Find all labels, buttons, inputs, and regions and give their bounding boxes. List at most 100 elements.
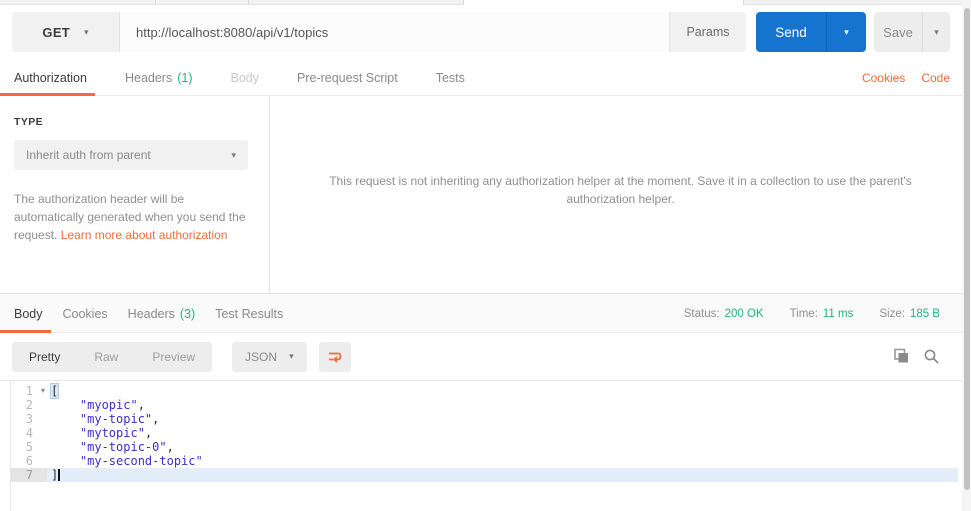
response-header: Body Cookies Headers (3) Test Results Status:… [0,293,971,333]
beautify-button[interactable] [318,341,351,372]
search-button[interactable] [922,348,940,366]
tab-test-results[interactable]: Test Results [215,294,283,333]
code-line[interactable]: 1 ▾ [ [11,383,958,399]
text-cursor [58,469,60,481]
authorization-panel: TYPE Inherit auth from parent ▾ The auth… [0,96,971,293]
tab-pre-request-script[interactable]: Pre-request Script [297,60,398,96]
code-text: "my-second-topic" [47,454,958,468]
meta-value: 200 OK [724,307,764,320]
tab-divider [248,0,249,5]
vertical-scrollbar-thumb[interactable] [964,8,970,490]
json-string-token: "myopic" [79,398,138,412]
tab-count-badge: (1) [177,71,193,85]
view-mode-preview[interactable]: Preview [135,342,212,372]
chevron-down-icon: ▾ [84,26,89,37]
auth-type-value: Inherit auth from parent [26,148,151,162]
type-label: TYPE [14,116,44,128]
auth-helper-message: This request is not inheriting any autho… [329,174,912,206]
format-value: JSON [245,349,278,364]
response-toolbar: Pretty Raw Preview JSON ▾ [0,333,971,381]
code-line[interactable]: 2 "myopic", [11,398,958,412]
meta-value: 11 ms [822,307,854,320]
request-tabs: Authorization Headers (1) Body Pre-request S… [0,60,971,96]
toolbar-icons [892,348,940,366]
code-lines: 1 ▾[2 "myopic", 3 "my-topic", 4 "mytopic", 5… [11,383,958,482]
json-string-token: "my-second-topic" [79,454,203,468]
send-label: Send [775,24,807,40]
meta-label: Status: [683,307,720,320]
view-mode-raw[interactable]: Raw [77,342,135,372]
save-split-button: Save ▾ [874,12,950,52]
line-number: 5 [25,440,33,454]
cookies-link[interactable]: Cookies [862,71,905,85]
auth-type-pane: TYPE Inherit auth from parent ▾ The auth… [0,96,270,293]
json-string-token: "my-topic" [79,412,153,426]
tab-headers[interactable]: Headers (1) [125,60,193,96]
copy-button[interactable] [892,348,910,366]
meta-label: Time: [789,307,818,320]
tab-body[interactable]: Body [231,60,260,96]
fold-arrow-icon[interactable]: ▾ [41,384,45,398]
params-button[interactable]: Params [669,12,746,52]
tab-label: Pre-request Script [297,71,398,85]
line-number: 4 [25,426,33,440]
code-text: "my-topic-0", [47,440,958,454]
search-icon [924,349,939,364]
auth-description: The authorization header will be automat… [14,190,250,244]
copy-icon [893,348,908,363]
line-number: 2 [25,398,33,412]
json-punct-token: , [166,440,174,454]
json-punct-token: , [152,412,160,426]
tab-label: Tests [435,71,465,85]
code-line[interactable]: 6 "my-second-topic" [11,454,958,468]
json-string-token: "mytopic" [79,426,145,440]
view-mode-pretty[interactable]: Pretty [12,342,77,372]
auth-helper-pane: This request is not inheriting any autho… [270,96,971,293]
save-label: Save [883,24,913,40]
tab-tests[interactable]: Tests [436,60,465,96]
save-options-button[interactable]: ▾ [922,12,950,52]
save-button[interactable]: Save [874,12,922,52]
tab-divider [463,0,464,5]
url-box [120,12,669,52]
tab-headers[interactable]: Headers (3) [128,294,196,333]
send-options-button[interactable]: ▾ [826,12,866,52]
view-mode-group: Pretty Raw Preview [12,341,213,372]
json-punct-token: ] [51,468,59,482]
request-bar: GET ▾ Params Send ▾ Save ▾ [12,12,950,52]
meta-value: 185 B [909,307,940,320]
window-tab-strip [0,0,971,5]
code-text: "my-topic", [47,412,958,426]
vertical-scrollbar-track [962,0,971,511]
line-number: 1 ▾ [25,384,45,398]
chevron-down-icon: ▾ [289,351,294,361]
meta-status: Status: 200 OK [684,308,764,320]
line-number: 7 [11,468,47,482]
code-line[interactable]: 7] [11,468,958,482]
response-body-editor[interactable]: 1 ▾[2 "myopic", 3 "my-topic", 4 "mytopic", 5… [10,381,958,511]
learn-more-link[interactable]: Learn more about authorization [61,228,228,242]
active-tab-sliver [463,0,743,5]
auth-type-dropdown[interactable]: Inherit auth from parent ▾ [14,140,248,170]
tab-divider [155,0,156,5]
tab-body[interactable]: Body [0,294,50,333]
code-text: ] [47,468,958,482]
code-link[interactable]: Code [921,71,950,85]
format-dropdown[interactable]: JSON ▾ [232,341,307,372]
url-input[interactable] [120,24,669,40]
beautify-icon [328,352,341,363]
tab-label: Headers [124,71,173,85]
send-button[interactable]: Send [756,12,826,52]
code-line[interactable]: 5 "my-topic-0", [11,440,958,454]
code-line[interactable]: 4 "mytopic", [11,426,958,440]
meta-time: Time: 11 ms [790,308,854,320]
code-line[interactable]: 3 "my-topic", [11,412,958,426]
tab-authorization[interactable]: Authorization [0,60,95,96]
tab-cookies[interactable]: Cookies [63,294,108,333]
tab-label: Authorization [14,71,87,85]
json-punct-token [51,412,80,426]
tab-label: Body [230,71,260,85]
corner-links: Cookies Code [862,60,950,96]
code-text: "mytopic", [47,426,958,440]
method-dropdown[interactable]: GET ▾ [12,12,120,52]
